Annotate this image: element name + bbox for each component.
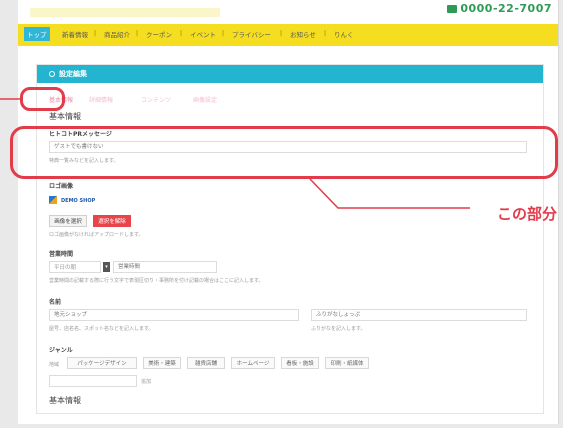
callout-label: この部分 (496, 205, 557, 223)
annotation-lines (0, 98, 470, 209)
